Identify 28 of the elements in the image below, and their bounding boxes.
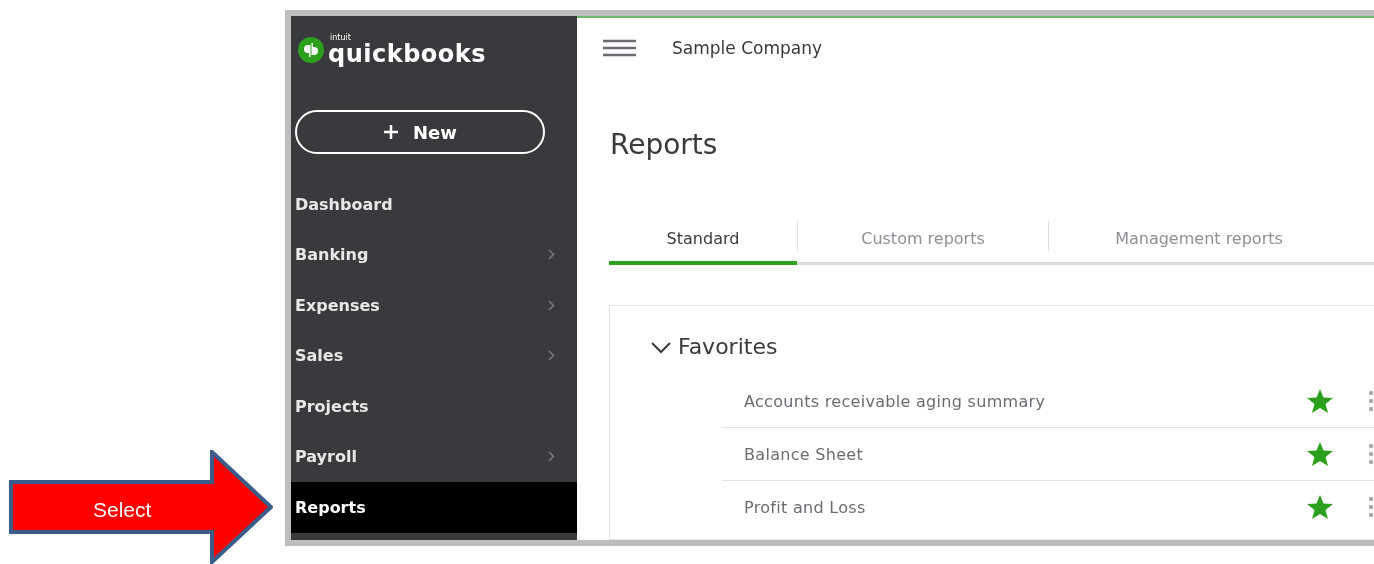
plus-icon bbox=[383, 124, 400, 140]
more-options-icon[interactable] bbox=[1368, 496, 1374, 518]
logo-brand: intuit bbox=[330, 34, 352, 42]
star-icon[interactable] bbox=[1306, 441, 1334, 467]
report-link[interactable]: Balance Sheet bbox=[744, 444, 1306, 464]
sidebar-item[interactable]: Projects bbox=[291, 381, 577, 432]
section-title: Favorites bbox=[678, 334, 778, 359]
sidebar-item[interactable]: Reports bbox=[291, 482, 577, 533]
report-link[interactable]: Profit and Loss bbox=[744, 497, 1306, 517]
star-icon[interactable] bbox=[1306, 494, 1334, 520]
sidebar-item[interactable]: Payroll bbox=[291, 431, 577, 482]
chevron-down-icon[interactable] bbox=[650, 339, 672, 354]
new-button[interactable]: New bbox=[295, 110, 545, 154]
page-title: Reports bbox=[610, 128, 719, 161]
arrow-callout: Select bbox=[9, 450, 273, 564]
report-link[interactable]: Accounts receivable aging summary bbox=[744, 391, 1306, 411]
tab[interactable]: Standard bbox=[609, 209, 797, 265]
sidebar-item[interactable]: Expenses bbox=[291, 280, 577, 331]
sidebar-item[interactable]: Sales bbox=[291, 330, 577, 381]
company-name: Sample Company bbox=[672, 38, 823, 58]
logo-icon bbox=[297, 36, 325, 64]
sidebar-item[interactable]: Dashboard bbox=[291, 179, 577, 230]
star-icon[interactable] bbox=[1306, 388, 1334, 414]
logo-wordmark: quickbooks bbox=[328, 42, 487, 66]
more-options-icon[interactable] bbox=[1368, 443, 1374, 465]
sidebar-item[interactable]: Banking bbox=[291, 229, 577, 280]
menu-icon[interactable] bbox=[603, 39, 636, 57]
more-options-icon[interactable] bbox=[1368, 390, 1374, 412]
